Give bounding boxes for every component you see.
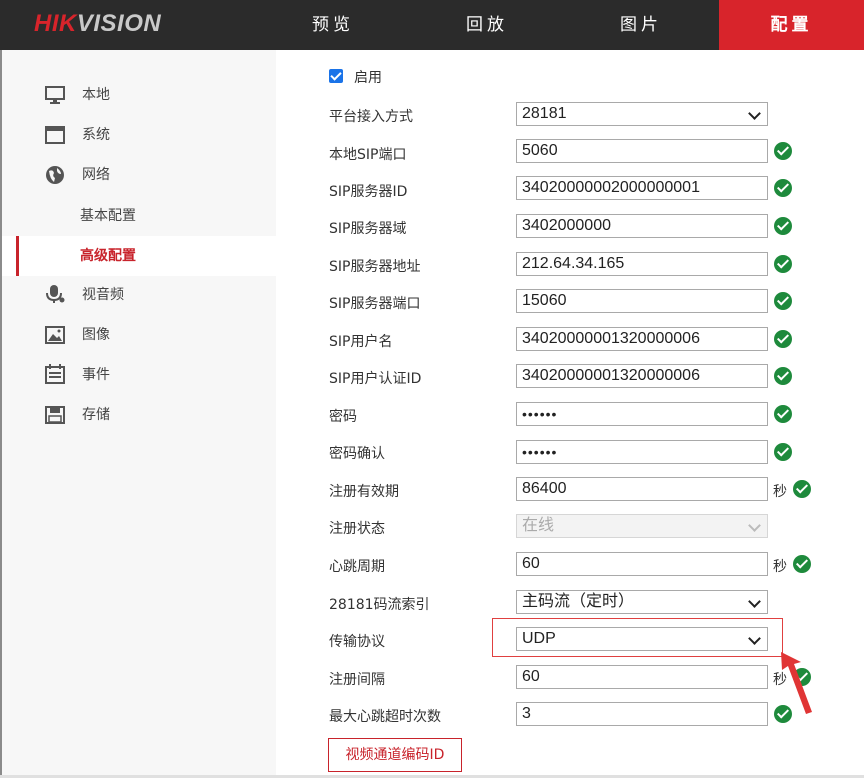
image-icon	[45, 326, 65, 344]
sip-server-address-input[interactable]: 212.64.34.165	[516, 252, 768, 276]
floppy-icon	[45, 406, 65, 424]
sidebar-item-local[interactable]: 本地	[2, 79, 276, 111]
sip-server-port-input[interactable]: 15060	[516, 289, 768, 313]
nav-tab-playback[interactable]: 回放	[430, 0, 544, 50]
field-label: SIP服务器地址	[329, 259, 421, 275]
microphone-icon	[46, 285, 65, 303]
valid-check-icon	[774, 292, 792, 310]
nav-tab-configuration[interactable]: 配置	[719, 0, 864, 50]
sidebar: 本地 系统 网络 基本配置 高级配置 视音频 图像 事件 存储	[0, 50, 276, 778]
field-label: 密码确认	[329, 446, 385, 462]
sidebar-item-event[interactable]: 事件	[2, 359, 276, 391]
valid-check-icon	[793, 480, 811, 498]
globe-icon	[46, 166, 64, 184]
registration-expiry-input[interactable]: 86400	[516, 477, 768, 501]
access-method-select[interactable]: 28181	[516, 102, 768, 126]
sip-server-id-input[interactable]: 34020000002000000001	[516, 176, 768, 200]
logo-grey-text: VISION	[76, 10, 162, 37]
valid-check-icon	[774, 217, 792, 235]
valid-check-icon	[774, 367, 792, 385]
field-label: 心跳周期	[329, 559, 385, 575]
valid-check-icon	[774, 443, 792, 461]
monitor-icon	[45, 86, 65, 104]
hikvision-logo: HIKVISION	[34, 10, 161, 38]
field-label: 28181码流索引	[329, 597, 430, 613]
sidebar-item-label: 网络	[82, 167, 110, 183]
sidebar-item-label: 本地	[82, 87, 110, 103]
nav-tab-preview[interactable]: 预览	[276, 0, 390, 50]
field-label: SIP服务器端口	[329, 296, 421, 312]
top-navigation-bar: HIKVISION 预览 回放 图片 配置	[0, 0, 864, 50]
field-label: SIP用户名	[329, 334, 393, 350]
local-sip-port-input[interactable]: 5060	[516, 139, 768, 163]
field-label: SIP用户认证ID	[329, 371, 422, 387]
max-heartbeat-timeout-input[interactable]: 3	[516, 702, 768, 726]
sidebar-item-system[interactable]: 系统	[2, 119, 276, 151]
field-label: 注册间隔	[329, 672, 385, 688]
sidebar-item-video-audio[interactable]: 视音频	[2, 279, 276, 311]
field-label: 本地SIP端口	[329, 147, 407, 163]
valid-check-icon	[793, 555, 811, 573]
sidebar-item-basic-config[interactable]: 基本配置	[2, 200, 276, 232]
logo-red-text: HIK	[34, 10, 77, 37]
field-label: 密码	[329, 409, 357, 425]
sidebar-item-image[interactable]: 图像	[2, 319, 276, 351]
sidebar-item-label: 图像	[82, 327, 110, 343]
field-label: 注册有效期	[329, 484, 399, 500]
valid-check-icon	[774, 330, 792, 348]
sip-server-domain-input[interactable]: 3402000000	[516, 214, 768, 238]
sidebar-item-network[interactable]: 网络	[2, 159, 276, 191]
password-input[interactable]: ••••••	[516, 402, 768, 426]
password-confirm-input[interactable]: ••••••	[516, 440, 768, 464]
registration-interval-input[interactable]: 60	[516, 665, 768, 689]
seconds-unit: 秒	[773, 484, 787, 500]
field-label: 最大心跳超时次数	[329, 709, 441, 725]
sip-auth-id-input[interactable]: 34020000001320000006	[516, 364, 768, 388]
system-icon	[45, 126, 65, 144]
enable-checkbox[interactable]	[329, 69, 343, 83]
sidebar-item-storage[interactable]: 存储	[2, 399, 276, 431]
field-label: 平台接入方式	[329, 109, 413, 125]
valid-check-icon	[774, 255, 792, 273]
sidebar-item-label: 系统	[82, 127, 110, 143]
field-label: 传输协议	[329, 634, 385, 650]
valid-check-icon	[774, 142, 792, 160]
valid-check-icon	[793, 668, 811, 686]
nav-tab-pictures[interactable]: 图片	[584, 0, 698, 50]
field-label: SIP服务器域	[329, 221, 407, 237]
stream-index-select[interactable]: 主码流（定时）	[516, 590, 768, 614]
heartbeat-period-input[interactable]: 60	[516, 552, 768, 576]
sidebar-item-label: 高级配置	[80, 248, 136, 264]
valid-check-icon	[774, 179, 792, 197]
sidebar-item-label: 视音频	[82, 287, 124, 303]
sidebar-item-advanced-config[interactable]: 高级配置	[2, 236, 276, 276]
field-label: 注册状态	[329, 521, 385, 537]
enable-label: 启用	[354, 70, 382, 86]
sidebar-item-label: 存储	[82, 407, 110, 423]
seconds-unit: 秒	[773, 672, 787, 688]
annotation-highlight-box	[492, 618, 783, 657]
field-label: SIP服务器ID	[329, 184, 408, 200]
sip-username-input[interactable]: 34020000001320000006	[516, 327, 768, 351]
sidebar-item-label: 基本配置	[80, 208, 136, 224]
seconds-unit: 秒	[773, 559, 787, 575]
advanced-config-form: 启用 平台接入方式 28181 本地SIP端口 5060 SIP服务器ID 34…	[276, 50, 864, 778]
sidebar-item-label: 事件	[82, 367, 110, 383]
valid-check-icon	[774, 405, 792, 423]
calendar-icon	[45, 364, 65, 384]
video-channel-encoding-id-button[interactable]: 视频通道编码ID	[328, 738, 462, 772]
registration-status-select: 在线	[516, 514, 768, 538]
valid-check-icon	[774, 705, 792, 723]
